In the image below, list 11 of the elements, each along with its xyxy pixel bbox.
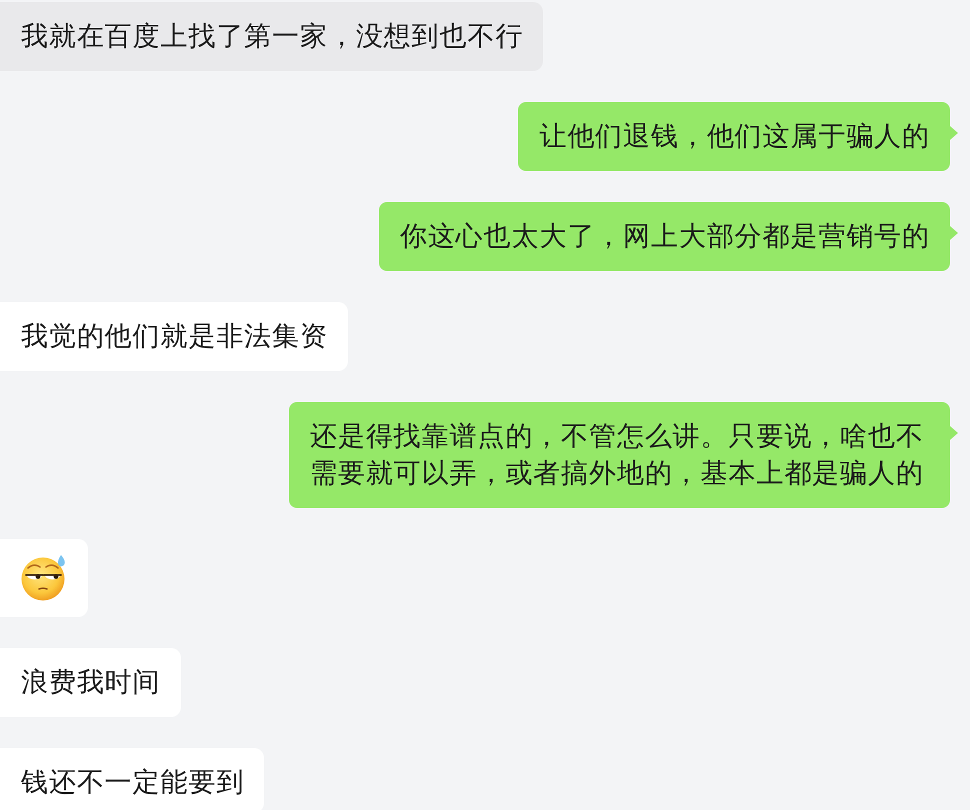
message-bubble: 我觉的他们就是非法集资 bbox=[0, 302, 348, 371]
message-bubble: 钱还不一定能要到 bbox=[0, 748, 264, 810]
message-bubble: 还是得找靠谱点的，不管怎么讲。只要说，啥也不需要就可以弄，或者搞外地的，基本上都是骗人的 bbox=[289, 402, 950, 508]
message-bubble: 我就在百度上找了第一家，没想到也不行 bbox=[0, 2, 544, 71]
bubble-tail-icon bbox=[950, 426, 958, 440]
bubble-tail-icon bbox=[950, 226, 958, 240]
message-bubble: 让他们退钱，他们这属于骗人的 bbox=[518, 102, 950, 171]
sweat-face-icon bbox=[20, 553, 68, 601]
message-bubble: 浪费我时间 bbox=[0, 648, 180, 717]
bubble-tail-icon bbox=[950, 126, 958, 140]
message-bubble: 你这心也太大了，网上大部分都是营销号的 bbox=[378, 202, 950, 271]
